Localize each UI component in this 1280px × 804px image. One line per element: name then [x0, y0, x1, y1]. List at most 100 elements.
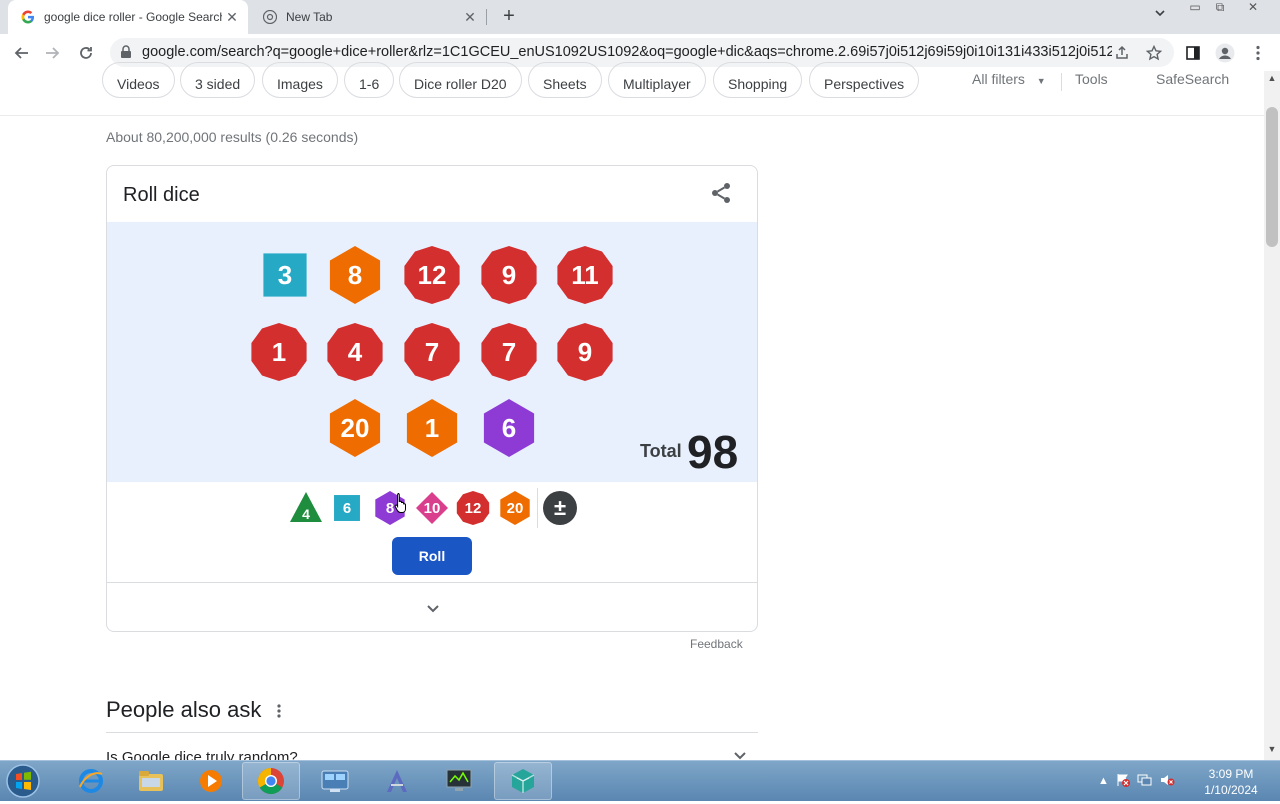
total-value: 98 — [687, 426, 739, 478]
internet-explorer-icon[interactable] — [62, 762, 120, 800]
d6-selector[interactable]: 6 — [329, 490, 365, 526]
close-tab-icon[interactable]: ✕ — [222, 9, 242, 26]
chip-sheets[interactable]: Sheets — [528, 62, 602, 98]
network-icon[interactable] — [1137, 772, 1153, 791]
result-stats: About 80,200,000 results (0.26 seconds) — [106, 129, 359, 145]
total-label: Total — [640, 441, 682, 461]
die-value: 7 — [501, 336, 517, 367]
system-tray: ▲ — [1098, 769, 1175, 793]
chip-multiplayer[interactable]: Multiplayer — [608, 62, 706, 98]
rolled-die-d12[interactable]: 11 — [555, 245, 615, 305]
new-tab-plus-icon[interactable]: + — [498, 5, 520, 27]
tab-strip: google dice roller - Google Search ✕ New… — [0, 0, 1280, 34]
all-filters-button[interactable]: All filters ▼ — [972, 71, 1046, 87]
tab-google-search[interactable]: google dice roller - Google Search ✕ — [8, 0, 248, 34]
die-value: 12 — [417, 259, 447, 290]
bookmark-star-icon[interactable] — [1144, 43, 1164, 63]
share-page-icon[interactable] — [1112, 43, 1132, 63]
tab-separator — [486, 9, 487, 25]
card-title: Roll dice — [123, 184, 200, 206]
divider — [106, 732, 758, 733]
rolled-die-d12[interactable]: 9 — [479, 245, 539, 305]
rolled-die-d12[interactable]: 4 — [325, 322, 385, 382]
page-scrollbar[interactable]: ▲ ▼ — [1264, 71, 1280, 760]
people-also-ask-title: People also ask — [106, 697, 262, 722]
restore-icon[interactable]: ⧉ — [1209, 0, 1231, 18]
vector-app-icon[interactable] — [368, 762, 426, 800]
close-tab-icon[interactable]: ✕ — [460, 9, 480, 26]
media-player-icon[interactable] — [182, 762, 240, 800]
die-value: 9 — [577, 336, 593, 367]
rolled-die-d12[interactable]: 1 — [249, 322, 309, 382]
selector-label: 10 — [423, 499, 441, 517]
chrome-taskbar-icon[interactable] — [242, 762, 300, 800]
selector-label: 8 — [385, 499, 395, 517]
minimize-icon[interactable]: ▭ — [1184, 0, 1206, 18]
forward-arrow-icon[interactable] — [40, 41, 64, 65]
scroll-thumb[interactable] — [1266, 107, 1278, 247]
monitor-app-icon[interactable] — [430, 762, 488, 800]
volume-muted-icon[interactable] — [1159, 772, 1175, 791]
share-icon[interactable] — [709, 181, 733, 205]
roll-button[interactable]: Roll — [392, 537, 472, 575]
chip-dice-roller-d20[interactable]: Dice roller D20 — [399, 62, 522, 98]
action-center-flag-icon[interactable] — [1115, 772, 1131, 791]
chip-1-6[interactable]: 1-6 — [344, 62, 395, 98]
safesearch-button[interactable]: SafeSearch — [1156, 71, 1229, 87]
die-value: 1 — [424, 412, 440, 443]
dice-roller-card: Roll dice Total 98 3 8 12 9 11 1 4 7 7 9 20 1 6 4681… — [106, 165, 758, 632]
die-value: 11 — [571, 259, 599, 290]
reload-icon[interactable] — [74, 41, 98, 65]
back-arrow-icon[interactable] — [10, 41, 34, 65]
side-panel-icon[interactable] — [1181, 41, 1205, 65]
dropdown-arrow-icon: ▼ — [1036, 76, 1046, 86]
taskbar-clock[interactable]: 3:09 PM 1/10/2024 — [1196, 766, 1266, 798]
die-value: 4 — [347, 336, 363, 367]
scroll-down-arrow-icon[interactable]: ▼ — [1264, 744, 1280, 758]
selector-label: 20 — [506, 499, 524, 517]
divider — [1061, 73, 1062, 91]
rolled-die-d8[interactable]: 6 — [479, 398, 539, 458]
die-value: 6 — [501, 412, 517, 443]
modifier-plus-minus-button[interactable]: ± — [542, 490, 578, 526]
die-value: 7 — [424, 336, 440, 367]
tray-expand-arrow-icon[interactable]: ▲ — [1098, 775, 1109, 787]
tab-search-chevron-icon[interactable] — [1150, 7, 1170, 27]
url-text: google.com/search?q=google+dice+roller&r… — [142, 44, 1112, 60]
rolled-die-d12[interactable]: 7 — [479, 322, 539, 382]
dice-display-area[interactable]: Total 98 3 8 12 9 11 1 4 7 7 9 20 1 6 — [107, 222, 757, 482]
d10-selector[interactable]: 10 — [414, 490, 450, 526]
selector-label: 6 — [342, 499, 352, 517]
feedback-link[interactable]: Feedback — [690, 637, 743, 651]
d12-selector[interactable]: 12 — [455, 490, 491, 526]
menu-kebab-icon[interactable] — [1246, 41, 1270, 65]
control-panel-icon[interactable] — [306, 762, 364, 800]
more-options-icon[interactable] — [272, 700, 286, 722]
file-explorer-icon[interactable] — [122, 762, 180, 800]
rolled-die-d20[interactable]: 20 — [325, 398, 385, 458]
cube-app-icon[interactable] — [494, 762, 552, 800]
chip-shopping[interactable]: Shopping — [713, 62, 803, 98]
expand-chevron-icon[interactable] — [423, 598, 443, 618]
chip-3-sided[interactable]: 3 sided — [180, 62, 256, 98]
chip-images[interactable]: Images — [262, 62, 338, 98]
die-value: 3 — [277, 259, 293, 290]
rolled-die-d12[interactable]: 9 — [555, 322, 615, 382]
rolled-die-d20[interactable]: 1 — [402, 398, 462, 458]
chip-videos[interactable]: Videos — [102, 62, 175, 98]
profile-avatar-icon[interactable] — [1213, 41, 1237, 65]
start-button-icon[interactable] — [5, 763, 45, 799]
windows-taskbar: ▲ 3:09 PM 1/10/2024 — [0, 760, 1280, 801]
rolled-die-d12[interactable]: 12 — [402, 245, 462, 305]
tab-new-tab[interactable]: New Tab ✕ — [250, 0, 486, 34]
d20-selector[interactable]: 20 — [497, 490, 533, 526]
chip-perspectives[interactable]: Perspectives — [809, 62, 920, 98]
tools-button[interactable]: Tools — [1075, 71, 1108, 87]
d4-selector[interactable]: 4 — [288, 490, 324, 526]
window-close-icon[interactable]: ✕ — [1242, 0, 1264, 18]
chrome-favicon-icon — [262, 9, 278, 25]
rolled-die-d6[interactable]: 3 — [255, 245, 315, 305]
rolled-die-d12[interactable]: 7 — [402, 322, 462, 382]
rolled-die-d8[interactable]: 8 — [325, 245, 385, 305]
scroll-up-arrow-icon[interactable]: ▲ — [1264, 73, 1280, 87]
